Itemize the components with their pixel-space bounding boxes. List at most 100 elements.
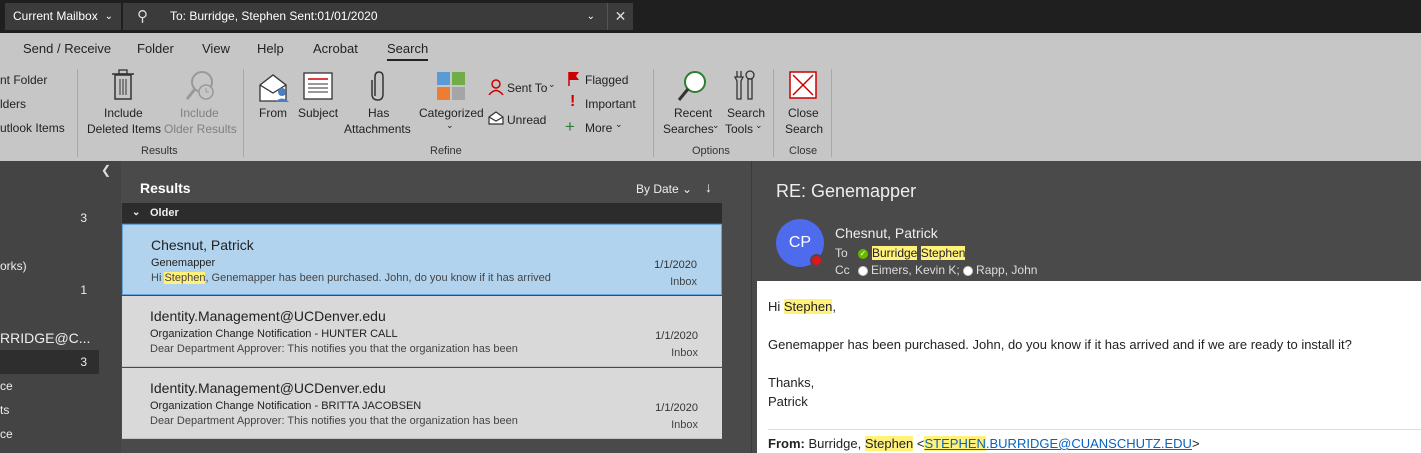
tab-folder[interactable]: Folder	[137, 41, 174, 56]
folder-item-selected[interactable]: 3	[0, 350, 99, 374]
recent-searches-label-1: Recent	[674, 106, 713, 120]
message-subject: Organization Change Notification - BRITT…	[150, 400, 422, 412]
sort-by-dropdown[interactable]: By Date ⌄	[636, 182, 692, 196]
message-date: 1/1/2020	[655, 402, 698, 414]
message-folder: Inbox	[670, 276, 697, 288]
subfolders-button[interactable]: lders	[0, 97, 26, 111]
results-list: Results By Date ⌄ ↓ ⌄ Older Chesnut, Pat…	[121, 161, 751, 453]
folder-item[interactable]: ts	[0, 398, 121, 422]
quote-divider	[768, 429, 1421, 430]
categories-icon	[437, 72, 465, 100]
tab-acrobat[interactable]: Acrobat	[313, 41, 358, 56]
message-preview: Dear Department Approver: This notifies …	[150, 343, 518, 355]
to-recipient[interactable]: ✓ Burridge Stephen	[858, 246, 966, 260]
folder-item[interactable]: 1	[0, 278, 121, 302]
important-label: Important	[585, 97, 636, 111]
message-sender: Identity.Management@UCDenver.edu	[150, 380, 386, 396]
message-folder: Inbox	[671, 419, 698, 431]
search-input[interactable]: ⚲ To: Burridge, Stephen Sent:01/01/2020 …	[123, 3, 607, 30]
tab-search[interactable]: Search	[387, 41, 429, 61]
include-deleted-label-1: Include	[104, 106, 143, 120]
unread-count: 3	[80, 211, 87, 225]
tab-send-receive[interactable]: Send / Receive	[23, 41, 111, 56]
greeting: Hi Stephen,	[768, 299, 836, 314]
sender-name[interactable]: Chesnut, Patrick	[835, 225, 938, 241]
message-date: 1/1/2020	[655, 330, 698, 342]
has-attachments-label-1: Has	[368, 106, 390, 120]
message-preview: Dear Department Approver: This notifies …	[150, 415, 518, 427]
has-attachments-label-2: Attachments	[344, 122, 411, 136]
chevron-down-icon: ⌄	[104, 11, 113, 22]
message-subject: Organization Change Notification - HUNTE…	[150, 328, 398, 340]
ribbon-separator	[77, 69, 78, 157]
close-group-label: Close	[789, 145, 818, 157]
sent-to-label: Sent To	[507, 81, 548, 95]
sort-direction-icon[interactable]: ↓	[705, 179, 712, 195]
ribbon-separator	[243, 69, 244, 157]
magnifier-icon	[677, 71, 706, 101]
envelope-icon	[488, 111, 504, 125]
search-tools-label-1: Search	[727, 106, 766, 120]
subject-lines-icon	[303, 72, 333, 100]
refine-group-label: Refine	[430, 145, 462, 157]
check-icon: ✓	[858, 248, 868, 259]
envelope-person-icon	[259, 74, 289, 102]
folder-item[interactable]: orks)	[0, 254, 121, 278]
folder-item[interactable]: 3	[0, 206, 121, 230]
body-line: Genemapper has been purchased. John, do …	[768, 337, 1352, 352]
message-subject-heading: RE: Genemapper	[776, 181, 917, 201]
cc-label: Cc	[835, 263, 850, 277]
subject-label: Subject	[298, 106, 339, 120]
tools-icon	[733, 70, 755, 100]
chevron-down-icon: ⌄	[548, 79, 556, 89]
person-icon	[488, 79, 504, 95]
tab-view[interactable]: View	[202, 41, 230, 56]
collapse-pane-icon[interactable]: ❮	[101, 163, 111, 177]
unread-count: 1	[80, 283, 87, 297]
ribbon-separator	[653, 69, 654, 157]
include-older-label-2: Older Results	[164, 122, 237, 136]
group-header-older[interactable]: ⌄ Older	[122, 203, 722, 223]
tab-help[interactable]: Help	[257, 41, 284, 56]
message-body: Hi Stephen, Genemapper has been purchase…	[757, 281, 1421, 453]
folder-pane: ❮ 3 orks) 1 RRIDGE@C... 3 ce ts ce	[0, 161, 121, 453]
include-older-label-1: Include	[180, 106, 219, 120]
trash-icon	[112, 69, 134, 100]
search-query-text: To: Burridge, Stephen Sent:01/01/2020	[170, 9, 378, 23]
exclamation-icon: !	[570, 93, 576, 110]
more-label: More	[585, 121, 613, 135]
chevron-down-icon: ⌄	[615, 119, 623, 129]
message-preview: Hi Stephen, Genemapper has been purchase…	[151, 272, 551, 284]
mailbox-account[interactable]: RRIDGE@C...	[0, 326, 121, 350]
flagged-label: Flagged	[585, 73, 629, 87]
clear-search-button[interactable]: ✕	[607, 3, 633, 30]
body-signoff: Patrick	[768, 394, 808, 409]
folder-item[interactable]: ce	[0, 422, 121, 446]
unread-label: Unread	[507, 113, 547, 127]
unread-count: 3	[80, 355, 87, 369]
results-group-label: Results	[141, 145, 178, 157]
ribbon: nt Folder lders utlook Items Include Del…	[0, 63, 1421, 161]
search-scope-label: Current Mailbox	[13, 9, 98, 23]
folder-item[interactable]: ce	[0, 374, 121, 398]
recent-searches-label-2: Searches	[663, 122, 714, 136]
search-tools-label-2: Tools	[725, 122, 754, 136]
message-sender: Chesnut, Patrick	[151, 237, 254, 253]
search-scope-dropdown[interactable]: Current Mailbox ⌄	[5, 3, 121, 30]
ribbon-tabs: Send / Receive Folder View Help Acrobat …	[0, 33, 1421, 63]
from-label: From	[259, 106, 287, 120]
message-sender: Identity.Management@UCDenver.edu	[150, 308, 386, 324]
message-row[interactable]: Identity.Management@UCDenver.edu Organiz…	[122, 368, 722, 439]
current-folder-button[interactable]: nt Folder	[0, 73, 47, 87]
message-row[interactable]: Identity.Management@UCDenver.edu Organiz…	[122, 296, 722, 367]
cc-recipients[interactable]: Eimers, Kevin K; Rapp, John	[858, 263, 1037, 277]
ribbon-separator	[831, 69, 832, 157]
message-row[interactable]: Chesnut, Patrick Genemapper Hi Stephen, …	[122, 224, 722, 295]
plus-icon: +	[565, 117, 575, 136]
all-outlook-items-button[interactable]: utlook Items	[0, 121, 65, 135]
sender-email-link[interactable]: STEPHEN.BURRIDGE@CUANSCHUTZ.EDU	[924, 436, 1192, 451]
body-thanks: Thanks,	[768, 375, 815, 390]
categorized-label: Categorized	[419, 106, 484, 120]
chevron-down-icon: ⌄	[712, 120, 720, 130]
chevron-down-icon[interactable]: ⌄	[587, 3, 595, 30]
